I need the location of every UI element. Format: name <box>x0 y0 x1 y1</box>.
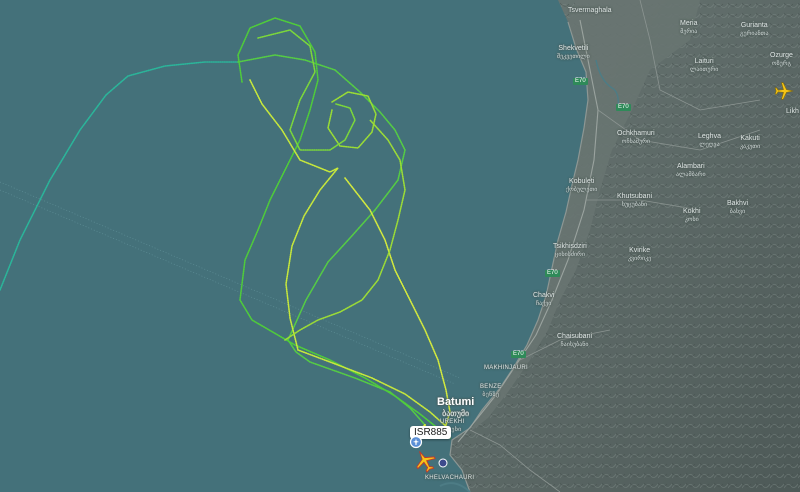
road-badge: E70 <box>511 351 526 358</box>
place-label: Kobuleti ქობულეთი <box>566 178 598 193</box>
city-label-batumi: Batumi ბათუმი <box>437 396 475 418</box>
place-label: Kokhi კოხი <box>683 208 701 223</box>
place-label: Laituri ლაითური <box>690 58 719 73</box>
road-badge: E70 <box>616 104 631 111</box>
airplane-icon[interactable] <box>774 81 794 101</box>
place-label: BENZE ბენზე <box>480 384 502 398</box>
road-badge: E70 <box>573 78 588 85</box>
airport-pin-icon[interactable] <box>409 435 423 449</box>
place-label: Bakhvi ბახვი <box>727 200 749 215</box>
place-label: Kakuti კაკუთი <box>740 135 761 150</box>
place-label: Tsikhisdziri ციხისძირი <box>553 243 587 258</box>
airplane-icon[interactable] <box>413 449 437 473</box>
place-label: Tsvermaghala <box>568 7 612 14</box>
place-label: Likh <box>786 108 799 115</box>
map-canvas <box>0 0 800 492</box>
place-label: Alambari ალამბარი <box>676 163 706 178</box>
place-label: KHELVACHAURI <box>425 475 475 481</box>
airway-line <box>0 189 456 385</box>
flight-track <box>0 17 451 439</box>
place-label: Gurianta გურიანთა <box>740 22 769 37</box>
place-label: Ochkhamuri ოჩხამური <box>617 130 655 145</box>
place-label: Khutsubani ხუცუბანი <box>617 193 653 208</box>
place-label: Shekvetili შეკვეთილი <box>557 45 590 60</box>
place-label: Chaisubani ჩაისუბანი <box>557 333 593 348</box>
airway-line <box>0 181 461 379</box>
place-label: Leghva ლეღვა <box>698 133 721 148</box>
river <box>439 482 471 492</box>
place-label: Ozurge ოზურგ <box>770 52 793 67</box>
road-badge: E70 <box>545 270 560 277</box>
airport-marker <box>438 458 448 468</box>
place-label: Kvirike კვირიკე <box>628 247 652 262</box>
place-label: Chakvi ჩაქვი <box>533 292 555 307</box>
place-label: Meria მერია <box>680 20 698 35</box>
place-label: MAKHINJAURI <box>484 365 528 371</box>
flight-map[interactable]: Tsvermaghala Meria მერია Gurianta გურიანთა… <box>0 0 800 492</box>
